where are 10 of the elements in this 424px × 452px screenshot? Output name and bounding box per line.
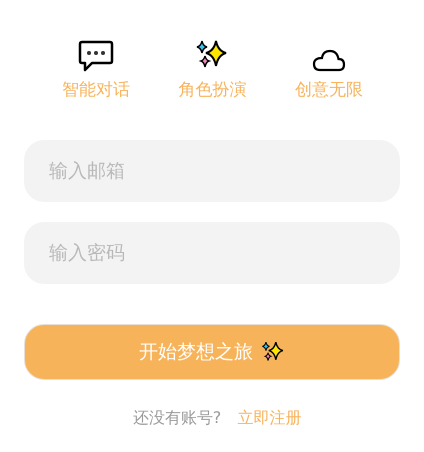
start-button[interactable]: 开始梦想之旅	[24, 324, 400, 380]
cloud-icon	[312, 48, 346, 72]
chat-bubble-icon	[78, 40, 114, 72]
password-field[interactable]: 输入密码	[24, 222, 400, 284]
signup-link[interactable]: 立即注册	[237, 406, 302, 430]
feature-label: 角色扮演	[178, 80, 246, 100]
feature-label: 智能对话	[62, 80, 130, 100]
signup-prompt: 还没有账号?	[132, 407, 222, 429]
feature-label: 创意无限	[294, 80, 363, 100]
email-field[interactable]: 输入邮箱	[24, 140, 400, 202]
